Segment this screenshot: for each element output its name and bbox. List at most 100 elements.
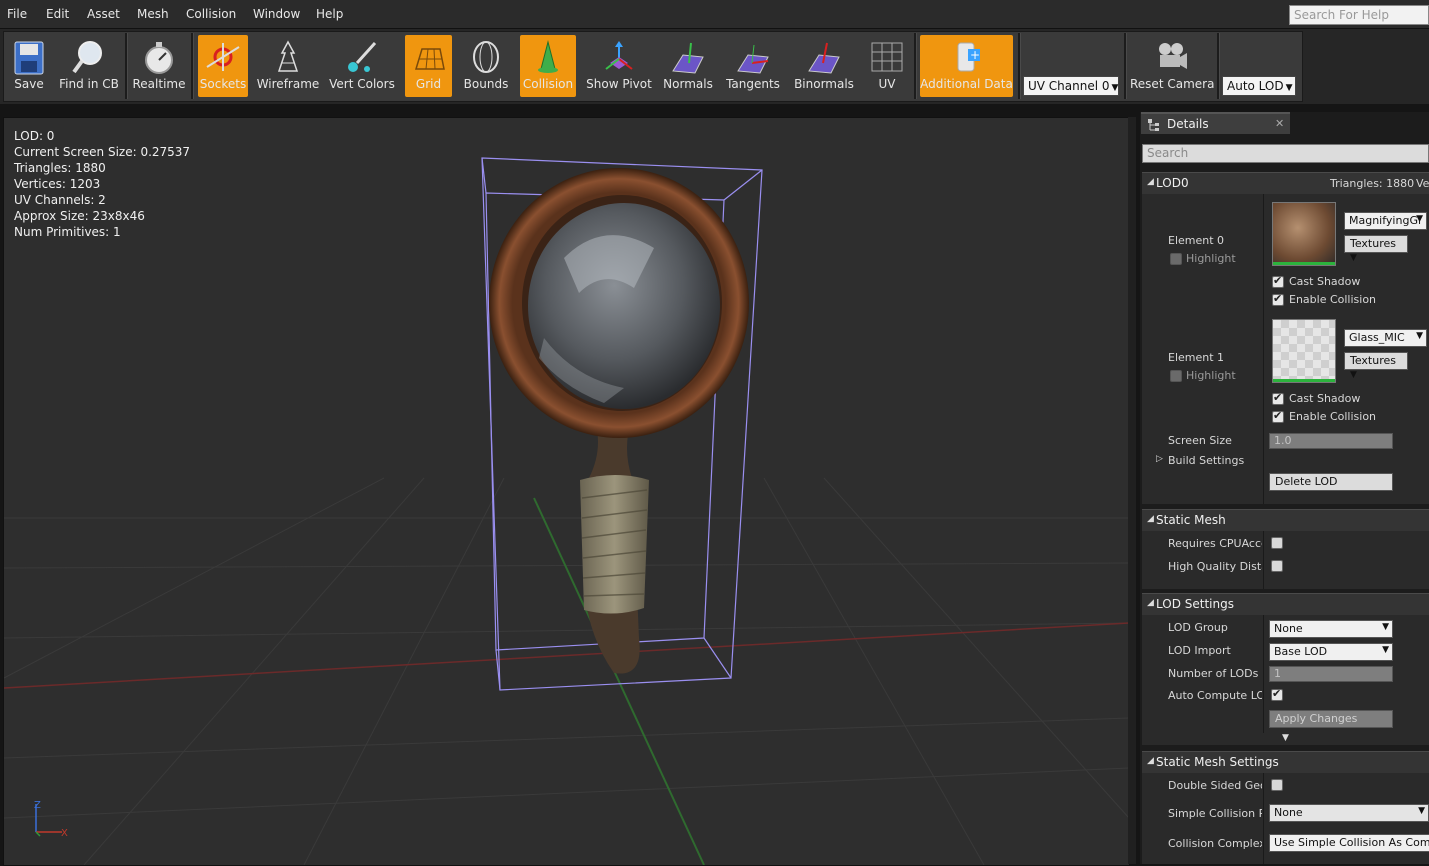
stopwatch-icon (145, 42, 173, 74)
details-search-input[interactable]: Search (1142, 144, 1429, 163)
axis-gizmo: Z X (34, 800, 68, 838)
realtime-button[interactable]: Realtime (132, 35, 186, 97)
lod-settings-category[interactable]: ◢ LOD Settings (1142, 593, 1429, 615)
element-0-label: Element 0 (1168, 234, 1225, 247)
requires-cpu-access-checkbox[interactable] (1271, 537, 1283, 549)
bounds-icon (473, 41, 499, 73)
tangents-icon (737, 44, 769, 74)
show-pivot-toggle[interactable]: Show Pivot (584, 35, 654, 97)
stat-lod: LOD: 0 (14, 129, 55, 143)
viewport-stats: LOD: 0 Current Screen Size: 0.27537 Tria… (14, 128, 190, 240)
delete-lod-button[interactable]: Delete LOD (1269, 473, 1393, 491)
screen-size-input[interactable]: 1.0 (1269, 433, 1393, 449)
number-of-lods-input[interactable]: 1 (1269, 666, 1393, 682)
expand-advanced-icon[interactable]: ▼ (1142, 733, 1429, 745)
auto-compute-lod-checkbox[interactable] (1271, 687, 1283, 701)
element-0-highlight-checkbox[interactable] (1170, 253, 1182, 265)
menu-file[interactable]: File (7, 7, 27, 21)
tangents-toggle[interactable]: Tangents (723, 35, 783, 97)
stat-screen-size: Current Screen Size: 0.27537 (14, 145, 191, 159)
uv-toggle[interactable]: UV (864, 35, 910, 97)
axis-z-label: Z (34, 800, 41, 811)
menu-collision[interactable]: Collision (186, 7, 236, 21)
menu-bar: File Edit Asset Mesh Collision Window He… (0, 0, 1429, 29)
axis-x-label: X (61, 828, 68, 838)
binormals-toggle[interactable]: Binormals (792, 35, 856, 97)
svg-text:+: + (970, 48, 980, 62)
double-sided-geometry-checkbox[interactable] (1271, 779, 1283, 791)
menu-help[interactable]: Help (316, 7, 343, 21)
material-1-textures-button[interactable]: Textures ▼ (1344, 352, 1408, 380)
menu-asset[interactable]: Asset (87, 7, 120, 21)
magnifier-icon (72, 41, 102, 74)
stat-uv-channels: UV Channels: 2 (14, 193, 106, 207)
vert-colors-toggle[interactable]: Vert Colors (328, 35, 396, 97)
lod0-triangles: Triangles: 1880 (1330, 177, 1415, 190)
build-settings-label[interactable]: Build Settings (1168, 454, 1244, 467)
collision-toggle[interactable]: Collision (520, 35, 576, 97)
help-search-input[interactable]: Search For Help (1289, 5, 1429, 25)
menu-mesh[interactable]: Mesh (137, 7, 169, 21)
static-mesh-settings-category[interactable]: ◢ Static Mesh Settings (1142, 751, 1429, 773)
viewport-splitter[interactable] (1128, 117, 1136, 864)
high-quality-distance-checkbox[interactable] (1271, 560, 1283, 572)
stat-num-primitives: Num Primitives: 1 (14, 225, 121, 239)
lod-group-select[interactable]: None ▼ (1269, 620, 1393, 638)
floor-grid (4, 477, 1129, 865)
stat-approx-size: Approx Size: 23x8x46 (14, 209, 145, 223)
details-tab[interactable]: Details ✕ (1141, 112, 1290, 134)
element-0-enable-collision-checkbox[interactable] (1272, 292, 1284, 306)
details-panel: Details ✕ Search ◢ LOD0 Triangles: 1880 V… (1140, 112, 1429, 864)
toolbar: Save Find in CB Realtime Sockets Wirefra… (0, 29, 1429, 104)
build-settings-expand-icon[interactable]: ▷ (1156, 454, 1163, 464)
material-0-select[interactable]: MagnifyingGl ▼ (1344, 212, 1427, 230)
binormals-icon (808, 42, 840, 74)
static-mesh-group: Requires CPUAcce High Quality Distar (1142, 531, 1429, 589)
auto-lod-dropdown[interactable]: Auto LOD ▼ (1222, 76, 1296, 96)
simple-collision-physics-select[interactable]: None ▼ (1269, 804, 1429, 822)
grid-toggle[interactable]: Grid (405, 35, 452, 97)
menu-window[interactable]: Window (253, 7, 300, 21)
reset-camera-button[interactable]: Reset Camera (1130, 35, 1214, 97)
additional-data-toggle[interactable]: + Additional Data (920, 35, 1013, 97)
grid-icon (414, 48, 445, 70)
sockets-icon (206, 43, 240, 71)
lod-settings-group: LOD Group None ▼ LOD Import Base LOD ▼ Num… (1142, 615, 1429, 733)
screen-size-label: Screen Size (1168, 434, 1232, 447)
normals-toggle[interactable]: Normals (662, 35, 714, 97)
lod0-category[interactable]: ◢ LOD0 Triangles: 1880 Ve (1142, 172, 1429, 194)
viewport[interactable]: LOD: 0 Current Screen Size: 0.27537 Tria… (3, 117, 1130, 866)
element-1-cast-shadow-checkbox[interactable] (1272, 391, 1284, 405)
save-button[interactable]: Save (6, 35, 52, 97)
element-0-cast-shadow-checkbox[interactable] (1272, 274, 1284, 288)
details-tree-icon (1148, 119, 1159, 131)
element-1-enable-collision-checkbox[interactable] (1272, 409, 1284, 423)
uv-grid-icon (871, 42, 903, 72)
lod-import-select[interactable]: Base LOD ▼ (1269, 643, 1393, 661)
pivot-icon (605, 41, 633, 70)
stat-vertices: Vertices: 1203 (14, 177, 101, 191)
material-1-select[interactable]: Glass_MIC ▼ (1344, 329, 1427, 347)
material-1-thumbnail[interactable] (1272, 319, 1336, 383)
sockets-toggle[interactable]: Sockets (198, 35, 248, 97)
material-0-thumbnail[interactable] (1272, 202, 1336, 266)
collision-complexity-select[interactable]: Use Simple Collision As Compl (1269, 834, 1429, 852)
close-icon[interactable]: ✕ (1275, 117, 1284, 130)
brush-icon (348, 41, 377, 72)
normals-icon (672, 42, 704, 74)
save-icon (14, 41, 44, 75)
bounds-toggle[interactable]: Bounds (460, 35, 512, 97)
apply-changes-button[interactable]: Apply Changes (1269, 710, 1393, 728)
static-mesh-category[interactable]: ◢ Static Mesh (1142, 509, 1429, 531)
additional-data-icon: + (957, 42, 980, 72)
wireframe-toggle[interactable]: Wireframe (256, 35, 320, 97)
static-mesh-settings-group: Double Sided Geom Simple Collision Ph No… (1142, 773, 1429, 864)
uv-channel-dropdown[interactable]: UV Channel 0 ▼ (1023, 76, 1119, 96)
element-1-highlight-checkbox[interactable] (1170, 370, 1182, 382)
find-in-cb-button[interactable]: Find in CB (58, 35, 120, 97)
menu-edit[interactable]: Edit (46, 7, 69, 21)
stat-triangles: Triangles: 1880 (14, 161, 106, 175)
magnifying-glass-mesh (489, 168, 749, 674)
material-0-textures-button[interactable]: Textures ▼ (1344, 235, 1408, 263)
lod0-group: Element 0 Highlight MagnifyingGl ▼ Textur… (1142, 194, 1429, 504)
